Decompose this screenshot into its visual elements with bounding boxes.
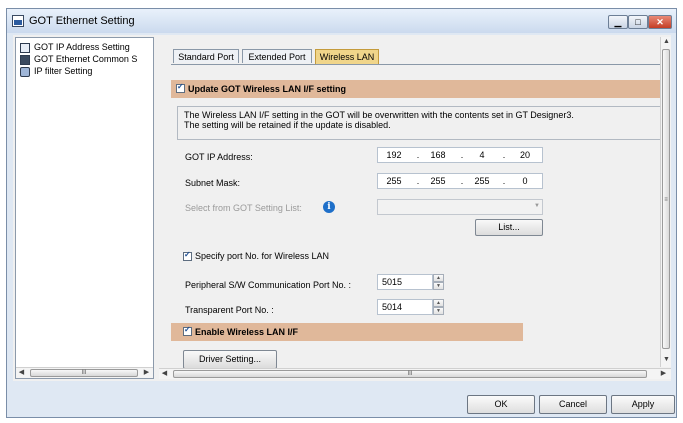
tree-item-label: GOT Ethernet Common S — [34, 54, 138, 64]
vertical-scroll-thumb[interactable]: ≡ — [662, 49, 670, 349]
tab-standard-port[interactable]: Standard Port — [173, 49, 239, 63]
spin-down-icon[interactable]: ▼ — [433, 307, 444, 315]
transparent-port-label: Transparent Port No. : — [185, 305, 274, 315]
update-section-bar: Update GOT Wireless LAN I/F setting — [171, 80, 668, 98]
ip-dot: . — [460, 150, 464, 160]
ip-octet-1[interactable]: 192 — [380, 148, 408, 162]
network-icon — [20, 55, 30, 65]
cancel-button[interactable]: Cancel — [539, 395, 607, 414]
monitor-icon — [20, 43, 30, 53]
specify-port-checkbox[interactable] — [183, 250, 192, 261]
enable-wireless-label: Enable Wireless LAN I/F — [195, 327, 298, 337]
select-setting-list-label: Select from GOT Setting List: — [185, 203, 302, 213]
info-line-1: The Wireless LAN I/F setting in the GOT … — [184, 110, 574, 120]
content-vertical-scrollbar[interactable]: ▲ ≡ ▼ — [660, 37, 671, 367]
spin-down-icon[interactable]: ▼ — [433, 282, 444, 290]
update-setting-checkbox[interactable] — [176, 82, 185, 93]
scroll-right-icon[interactable]: ▶ — [141, 368, 152, 378]
ip-address-field[interactable]: 192 . 168 . 4 . 20 — [377, 147, 543, 163]
minimize-button[interactable]: ▁ — [608, 15, 628, 29]
mask-octet-2[interactable]: 255 — [424, 174, 452, 188]
filter-icon — [20, 67, 30, 77]
ip-octet-4[interactable]: 20 — [511, 148, 539, 162]
peripheral-port-input[interactable]: 5015 — [377, 274, 433, 290]
driver-setting-button[interactable]: Driver Setting... — [183, 350, 277, 369]
scroll-thumb[interactable]: III — [173, 370, 647, 378]
got-ethernet-setting-window: GOT Ethernet Setting ▁ □ ✕ GOT IP Addres… — [6, 8, 677, 418]
scroll-right-icon[interactable]: ▶ — [658, 369, 669, 379]
tree-item-label: GOT IP Address Setting — [34, 42, 130, 52]
dialog-client: GOT IP Address Setting GOT Ethernet Comm… — [13, 35, 671, 381]
scroll-up-icon[interactable]: ▲ — [661, 37, 672, 47]
scroll-thumb[interactable]: III — [30, 369, 138, 377]
dialog-button-bar: OK Cancel Apply — [7, 383, 676, 419]
mask-dot: . — [502, 176, 506, 186]
list-button[interactable]: List... — [475, 219, 543, 236]
ip-dot: . — [416, 150, 420, 160]
app-icon — [12, 15, 24, 27]
spin-up-icon[interactable]: ▲ — [433, 299, 444, 307]
info-line-2: The setting will be retained if the upda… — [184, 120, 391, 130]
scroll-left-icon[interactable]: ◀ — [16, 368, 27, 378]
enable-wireless-checkbox[interactable] — [183, 325, 192, 336]
mask-octet-4[interactable]: 0 — [511, 174, 539, 188]
settings-tree: GOT IP Address Setting GOT Ethernet Comm… — [15, 37, 154, 379]
ip-octet-2[interactable]: 168 — [424, 148, 452, 162]
content-horizontal-scrollbar[interactable]: ◀ III ▶ — [159, 368, 671, 379]
mask-dot: . — [460, 176, 464, 186]
scroll-down-icon[interactable]: ▼ — [661, 355, 672, 365]
update-setting-label: Update GOT Wireless LAN I/F setting — [188, 84, 346, 94]
wireless-lan-content: Update GOT Wireless LAN I/F setting The … — [171, 64, 668, 375]
transparent-port-input[interactable]: 5014 — [377, 299, 433, 315]
chevron-down-icon: ▼ — [534, 203, 540, 209]
subnet-mask-field[interactable]: 255 . 255 . 255 . 0 — [377, 173, 543, 189]
subnet-mask-label: Subnet Mask: — [185, 178, 241, 188]
mask-octet-1[interactable]: 255 — [380, 174, 408, 188]
tree-item-label: IP filter Setting — [34, 66, 93, 76]
ok-button[interactable]: OK — [467, 395, 535, 414]
info-message: The Wireless LAN I/F setting in the GOT … — [177, 106, 666, 140]
scroll-left-icon[interactable]: ◀ — [159, 369, 170, 379]
peripheral-port-stepper[interactable]: ▲ ▼ — [433, 274, 444, 290]
spin-up-icon[interactable]: ▲ — [433, 274, 444, 282]
setting-list-combobox: ▼ — [377, 199, 543, 215]
mask-dot: . — [416, 176, 420, 186]
specify-port-label: Specify port No. for Wireless LAN — [195, 251, 330, 261]
ip-address-label: GOT IP Address: — [185, 152, 253, 162]
enable-section-bar: Enable Wireless LAN I/F — [171, 323, 523, 341]
transparent-port-stepper[interactable]: ▲ ▼ — [433, 299, 444, 315]
title-bar[interactable]: GOT Ethernet Setting ▁ □ ✕ — [7, 9, 676, 33]
tree-horizontal-scrollbar[interactable]: ◀ III ▶ — [16, 367, 153, 378]
tab-wireless-lan[interactable]: Wireless LAN — [315, 49, 379, 64]
mask-octet-3[interactable]: 255 — [468, 174, 496, 188]
info-icon[interactable]: i — [323, 201, 335, 213]
tab-extended-port[interactable]: Extended Port — [242, 49, 312, 63]
ip-octet-3[interactable]: 4 — [468, 148, 496, 162]
apply-button[interactable]: Apply — [611, 395, 675, 414]
ip-dot: . — [502, 150, 506, 160]
window-title: GOT Ethernet Setting — [29, 15, 135, 27]
close-button[interactable]: ✕ — [648, 15, 672, 29]
settings-panel: Standard Port Extended Port Wireless LAN… — [159, 37, 671, 379]
maximize-button[interactable]: □ — [628, 15, 648, 29]
peripheral-port-label: Peripheral S/W Communication Port No. : — [185, 280, 352, 290]
